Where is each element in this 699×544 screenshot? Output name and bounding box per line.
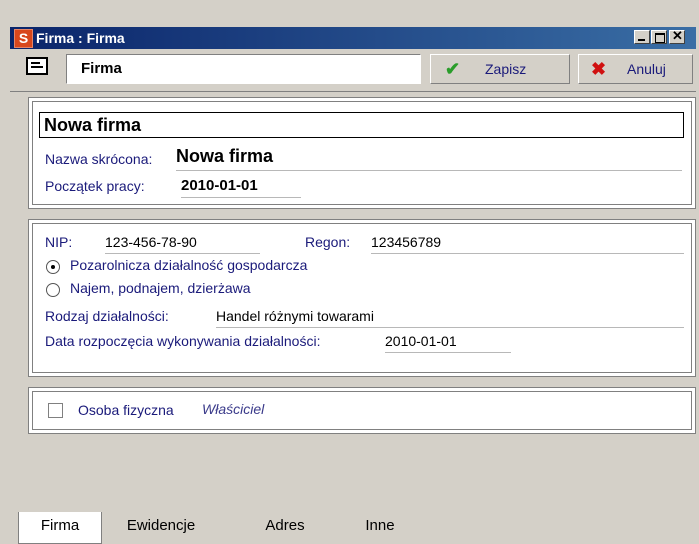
cross-icon: ✖	[591, 59, 607, 79]
start-date-field[interactable]: 2010-01-01	[181, 177, 301, 198]
regon-field[interactable]: 123456789	[371, 234, 684, 254]
save-label: Zapisz	[485, 61, 527, 77]
record-name-field[interactable]: Firma	[66, 54, 421, 84]
tab-bar: Firma Ewidencje Adres Inne	[10, 512, 696, 544]
tab-adres[interactable]: Adres	[250, 512, 320, 544]
close-button[interactable]: ✕	[669, 28, 685, 44]
minimize-button[interactable]	[634, 30, 650, 44]
owner-label: Właściciel	[202, 401, 265, 417]
natural-person-checkbox[interactable]	[48, 403, 63, 418]
maximize-icon	[655, 33, 665, 43]
tax-panel: NIP: 123-456-78-90 Regon: 123456789 Poza…	[28, 219, 696, 377]
activity-start-label: Data rozpoczęcia wykonywania działalnośc…	[45, 333, 321, 349]
cancel-button[interactable]: ✖ Anuluj	[578, 54, 693, 84]
activity-type-field[interactable]: Handel różnymi towarami	[216, 308, 684, 328]
company-panel: Nowa firma Nazwa skrócona: Nowa firma Po…	[28, 97, 696, 209]
minimize-icon	[638, 39, 645, 41]
app-icon: S	[14, 29, 33, 48]
maximize-button[interactable]	[651, 30, 667, 44]
radio-rental[interactable]	[46, 283, 60, 297]
start-date-label: Początek pracy:	[45, 178, 145, 194]
short-name-label: Nazwa skrócona:	[45, 151, 153, 167]
save-button[interactable]: ✔ Zapisz	[430, 54, 570, 84]
nip-label: NIP:	[45, 234, 73, 250]
activity-type-label: Rodzaj działalności:	[45, 308, 169, 324]
natural-person-label: Osoba fizyczna	[78, 402, 174, 418]
toolbar: Firma ✔ Zapisz ✖ Anuluj	[10, 49, 696, 92]
window: S Firma : Firma ✕ Firma ✔ Zapisz ✖ Anulu…	[0, 0, 699, 544]
cancel-label: Anuluj	[627, 61, 666, 77]
form-icon	[26, 57, 48, 75]
nip-field[interactable]: 123-456-78-90	[105, 234, 260, 254]
radio-rental-label: Najem, podnajem, dzierżawa	[70, 280, 251, 296]
checkmark-icon: ✔	[445, 59, 461, 79]
close-icon: ✕	[672, 28, 683, 43]
activity-start-field[interactable]: 2010-01-01	[385, 333, 511, 353]
person-panel: Osoba fizyczna Właściciel	[28, 387, 696, 434]
company-full-name-field[interactable]: Nowa firma	[39, 112, 684, 138]
tab-firma[interactable]: Firma	[18, 512, 102, 544]
tab-ewidencje[interactable]: Ewidencje	[106, 512, 216, 544]
regon-label: Regon:	[305, 234, 351, 250]
title-bar[interactable]: S Firma : Firma ✕	[10, 27, 696, 49]
radio-business-activity-label: Pozarolnicza działalność gospodarcza	[70, 257, 308, 273]
radio-business-activity[interactable]	[46, 260, 60, 274]
short-name-field[interactable]: Nowa firma	[176, 146, 682, 171]
window-title: Firma : Firma	[36, 30, 125, 46]
tab-inne[interactable]: Inne	[350, 512, 410, 544]
